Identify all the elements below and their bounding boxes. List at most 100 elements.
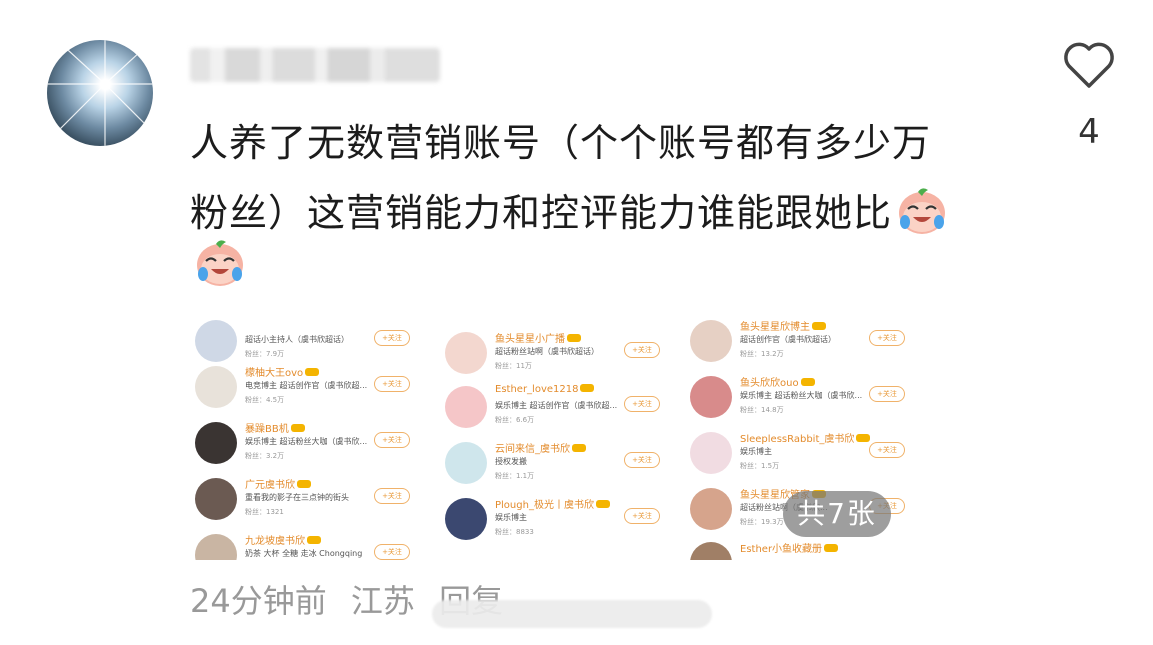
like-count: 4 (1078, 112, 1100, 152)
gallery-follow-button: +关注 (869, 330, 905, 346)
gallery-user-row: 鱼头欣欣ouo 娱乐博主 超话粉丝大咖（虞书欣... 粉丝：14.8万 +关注 (685, 370, 910, 426)
location: 江苏 (350, 582, 415, 620)
like-button[interactable] (1060, 40, 1118, 94)
crown-badge-icon (800, 378, 815, 386)
crown-badge-icon (572, 444, 586, 452)
gallery-user-name: 云间来信_虞书欣 (495, 440, 586, 455)
crown-badge-icon (856, 434, 871, 442)
gallery-user-fans: 粉丝：3.2万 (245, 452, 285, 460)
gallery-user-row: 广元虞书欣重看我的影子在三点钟的街头 粉丝：1321 +关注 (190, 472, 415, 528)
gallery-user-name: 鱼头星星小广播 (495, 330, 581, 345)
gallery-user-avatar (690, 488, 732, 530)
gallery-user-avatar (445, 498, 487, 540)
crying-laughing-emoji-icon (899, 188, 946, 234)
username-blurred[interactable] (190, 48, 440, 82)
gallery-user-name: 檬柚大王ovo (245, 364, 320, 379)
gallery-user-desc: 电竞博主 超话创作官（虞书欣超... (245, 381, 368, 390)
gallery-user-desc: 娱乐博主 (495, 513, 527, 522)
gallery-user-avatar (445, 442, 487, 484)
gallery-user-name: 九龙坡虞书欣 (245, 532, 321, 547)
gallery-user-row: 九龙坡虞书欣奶茶 大杯 全糖 走冰 Chongqing +关注 (190, 528, 415, 560)
crown-badge-icon (812, 322, 826, 330)
gallery-user-desc: 娱乐博主 超话粉丝大咖（虞书欣... (740, 391, 863, 400)
gallery-follow-button: +关注 (374, 432, 410, 448)
gallery-user-avatar (195, 534, 237, 560)
gallery-follow-button: +关注 (374, 544, 410, 560)
gallery-user-fans: 粉丝：1321 (245, 508, 284, 516)
obscured-overlay (432, 600, 712, 628)
gallery-user-desc: 超话粉丝站啊（虞书欣超话） (495, 347, 599, 356)
gallery-column-1[interactable]: 超话小主持人（虞书欣超话） 粉丝：7.9万 +关注 檬柚大王ovo 电竞博主 超话创作官… (190, 320, 415, 560)
gallery-user-row: 鱼头星星小广播超话粉丝站啊（虞书欣超话） 粉丝：11万 +关注 (440, 326, 665, 382)
gallery-follow-button: +关注 (869, 386, 905, 402)
gallery-user-avatar (690, 432, 732, 474)
gallery-user-avatar (445, 332, 487, 374)
emoji-row (190, 236, 246, 288)
gallery-follow-button: +关注 (869, 442, 905, 458)
gallery-follow-button: +关注 (624, 508, 660, 524)
gallery-user-fans: 粉丝：6.6万 (495, 416, 535, 424)
crying-laughing-emoji-icon (197, 240, 243, 286)
gallery-user-avatar (690, 376, 732, 418)
gallery-user-fans: 粉丝：7.9万 (245, 350, 285, 358)
gallery-user-name: 鱼头星星欣博主 (740, 320, 826, 333)
comment-line-2: 粉丝）这营销能力和控评能力谁能跟她比 (190, 178, 990, 248)
gallery-user-name: SleeplessRabbit_虞书欣 (740, 430, 871, 445)
gallery-user-desc: 授权发搬 (495, 457, 527, 466)
gallery-user-fans: 粉丝：1.1万 (495, 472, 535, 480)
gallery-user-fans: 粉丝：4.5万 (245, 396, 285, 404)
crown-badge-icon (297, 480, 311, 488)
gallery-follow-button: +关注 (374, 330, 410, 346)
gallery-user-desc: 娱乐博主 (740, 447, 772, 456)
gallery-user-fans: 粉丝：19.3万 (740, 518, 784, 526)
gallery-user-fans: 粉丝：8833 (495, 528, 534, 536)
comment-text: 人养了无数营销账号（个个账号都有多少万 粉丝）这营销能力和控评能力谁能跟她比 (190, 108, 990, 248)
gallery-user-desc: 奶茶 大杯 全糖 走冰 Chongqing (245, 549, 363, 558)
gallery-follow-button: +关注 (624, 452, 660, 468)
gallery-user-avatar (195, 478, 237, 520)
gallery-follow-button: +关注 (624, 342, 660, 358)
gallery-user-avatar (690, 542, 732, 560)
gallery-user-avatar (690, 320, 732, 362)
gallery-user-avatar (195, 320, 237, 362)
user-avatar[interactable] (47, 40, 153, 146)
crown-badge-icon (824, 544, 839, 552)
gallery-user-row: SleeplessRabbit_虞书欣娱乐博主粉丝：1.5万 +关注 (685, 426, 910, 482)
gallery-user-fans: 粉丝：13.2万 (740, 350, 784, 358)
crown-badge-icon (595, 500, 610, 508)
heart-outline-icon[interactable] (1062, 40, 1116, 90)
gallery-user-avatar (445, 386, 487, 428)
gallery-user-fans: 粉丝：1.5万 (740, 462, 780, 470)
gallery-user-avatar (195, 422, 237, 464)
crown-badge-icon (307, 536, 321, 544)
gallery-column-2[interactable]: 鱼头星星小广播超话粉丝站啊（虞书欣超话） 粉丝：11万 +关注 Esther_love… (440, 320, 665, 560)
gallery-user-row: Plough_极光丨虞书欣娱乐博主粉丝：8833 +关注 (440, 492, 665, 548)
crown-badge-icon (567, 334, 581, 342)
gallery-user-desc: 超话小主持人（虞书欣超话） (245, 335, 349, 344)
gallery-user-fans: 粉丝：11万 (495, 362, 532, 370)
gallery-user-desc: 超话创作官（虞书欣超话） (740, 335, 836, 344)
gallery-user-desc: 娱乐博主 超话创作官（虞书欣超... (495, 401, 618, 410)
gallery-user-row: Esther小鱼收藏册 (685, 536, 910, 560)
gallery-user-name: Plough_极光丨虞书欣 (495, 496, 610, 511)
timestamp: 24分钟前 (190, 582, 327, 620)
gallery-user-avatar (195, 366, 237, 408)
crown-badge-icon (305, 368, 320, 376)
gallery-user-name: 鱼头欣欣ouo (740, 374, 815, 389)
gallery-user-row: 檬柚大王ovo 电竞博主 超话创作官（虞书欣超... 粉丝：4.5万 +关注 (190, 360, 415, 416)
crown-badge-icon (290, 424, 305, 432)
gallery-follow-button: +关注 (624, 396, 660, 412)
gallery-follow-button: +关注 (374, 488, 410, 504)
starburst-icon (47, 40, 153, 146)
gallery-user-desc: 重看我的影子在三点钟的街头 (245, 493, 349, 502)
image-count-badge[interactable]: 共7张 (783, 491, 891, 537)
comment-line-1: 人养了无数营销账号（个个账号都有多少万 (190, 121, 932, 165)
gallery-follow-button: +关注 (374, 376, 410, 392)
gallery-user-fans: 粉丝：14.8万 (740, 406, 784, 414)
crown-badge-icon (580, 384, 595, 392)
gallery-user-row: 鱼头星星欣博主超话创作官（虞书欣超话） 粉丝：13.2万 +关注 (685, 320, 910, 370)
gallery-user-name: Esther小鱼收藏册 (740, 540, 839, 555)
gallery-user-name: Esther_love1218 (495, 384, 595, 395)
gallery-user-row: 暴躁BB机 娱乐博主 超话粉丝大咖（虞书欣... 粉丝：3.2万 +关注 (190, 416, 415, 472)
gallery-user-name: 广元虞书欣 (245, 476, 311, 491)
